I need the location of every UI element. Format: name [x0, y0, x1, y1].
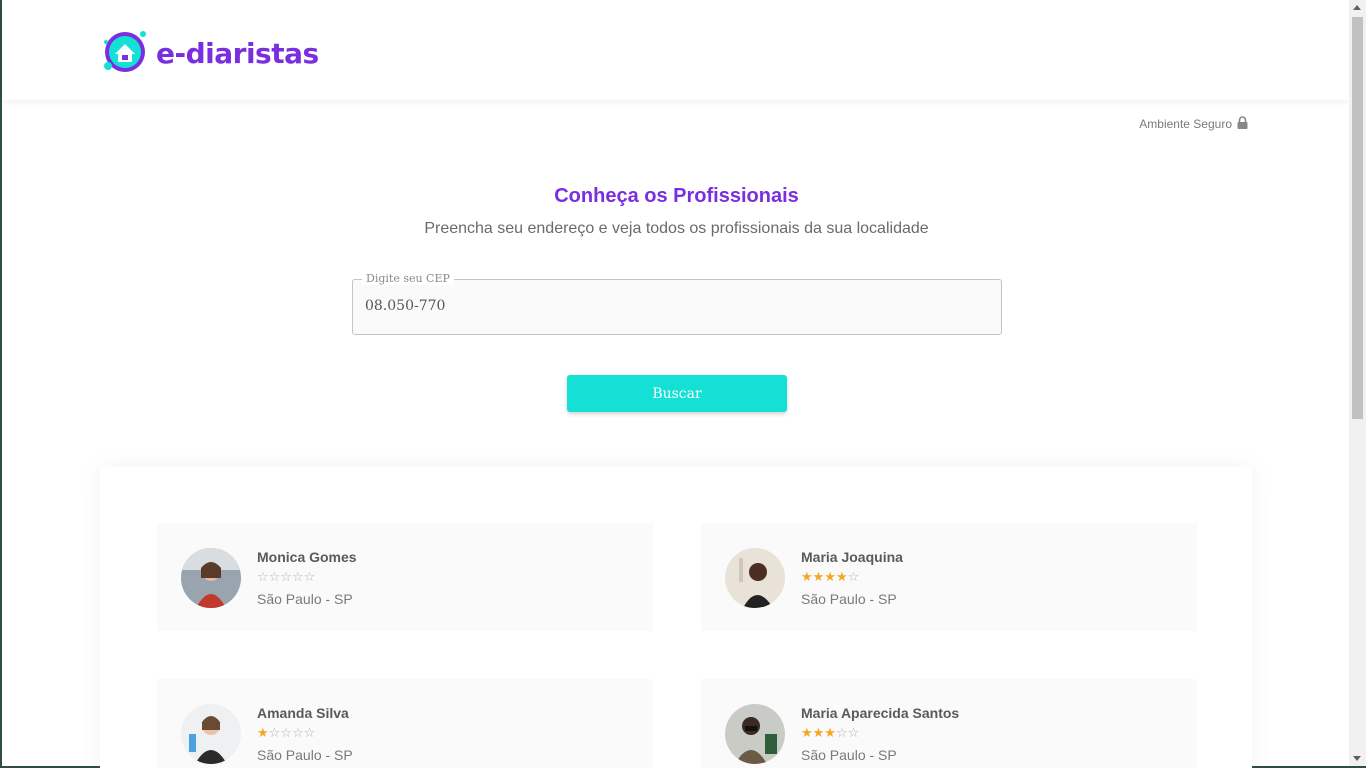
- rating-stars-empty: ☆☆: [835, 726, 860, 741]
- rating-stars-empty: ☆: [847, 570, 860, 585]
- professional-card[interactable]: Maria Aparecida Santos ★★★☆☆ São Paulo -…: [701, 679, 1197, 768]
- professional-name: Monica Gomes: [257, 549, 357, 565]
- secure-label: Ambiente Seguro: [1139, 117, 1232, 131]
- rating-stars: ★☆☆☆☆: [257, 726, 315, 741]
- brand-logo[interactable]: e-diaristas: [100, 26, 319, 81]
- brand-name: e-diaristas: [156, 37, 319, 70]
- search-button[interactable]: Buscar: [567, 375, 787, 412]
- secure-environment-badge: Ambiente Seguro: [1139, 116, 1248, 132]
- avatar: [181, 548, 241, 608]
- cep-field-label: Digite seu CEP: [362, 272, 454, 285]
- house-cleaning-logo-icon: [100, 26, 150, 81]
- rating-stars: ★★★☆☆: [801, 726, 859, 741]
- professional-city: São Paulo - SP: [801, 747, 897, 763]
- professional-card[interactable]: Maria Joaquina ★★★★☆ São Paulo - SP: [701, 523, 1197, 631]
- rating-stars-filled: ★★★★: [801, 570, 848, 585]
- rating-stars-empty: ☆☆☆☆: [268, 726, 316, 741]
- page-subtitle: Preencha seu endereço e veja todos os pr…: [424, 220, 929, 237]
- lock-icon: [1237, 116, 1248, 132]
- site-header: e-diaristas: [2, 0, 1351, 100]
- professional-city: São Paulo - SP: [257, 747, 353, 763]
- rating-stars-filled: ★: [257, 726, 269, 741]
- professional-name: Maria Aparecida Santos: [801, 705, 960, 721]
- avatar: [725, 704, 785, 764]
- cep-input[interactable]: [365, 298, 965, 314]
- scroll-down-arrow-icon[interactable]: [1353, 756, 1361, 761]
- professional-card[interactable]: Amanda Silva ★☆☆☆☆ São Paulo - SP: [157, 679, 653, 768]
- cep-field[interactable]: Digite seu CEP: [352, 272, 1002, 335]
- vertical-scrollbar[interactable]: [1349, 0, 1366, 766]
- professional-name: Amanda Silva: [257, 705, 349, 721]
- scroll-up-arrow-icon[interactable]: [1353, 5, 1361, 10]
- avatar: [725, 548, 785, 608]
- professional-card[interactable]: Monica Gomes ☆☆☆☆☆ São Paulo - SP: [157, 523, 653, 631]
- rating-stars: ★★★★☆: [801, 570, 859, 585]
- professionals-list: Monica Gomes ☆☆☆☆☆ São Paulo - SP Maria …: [100, 467, 1252, 768]
- professional-city: São Paulo - SP: [257, 591, 353, 607]
- professional-city: São Paulo - SP: [801, 591, 897, 607]
- avatar: [181, 704, 241, 764]
- rating-stars: ☆☆☆☆☆: [257, 570, 316, 585]
- page-title: Conheça os Profissionais: [554, 185, 799, 207]
- rating-stars-filled: ★★★: [801, 726, 836, 741]
- scrollbar-thumb[interactable]: [1352, 17, 1363, 419]
- professional-name: Maria Joaquina: [801, 549, 903, 565]
